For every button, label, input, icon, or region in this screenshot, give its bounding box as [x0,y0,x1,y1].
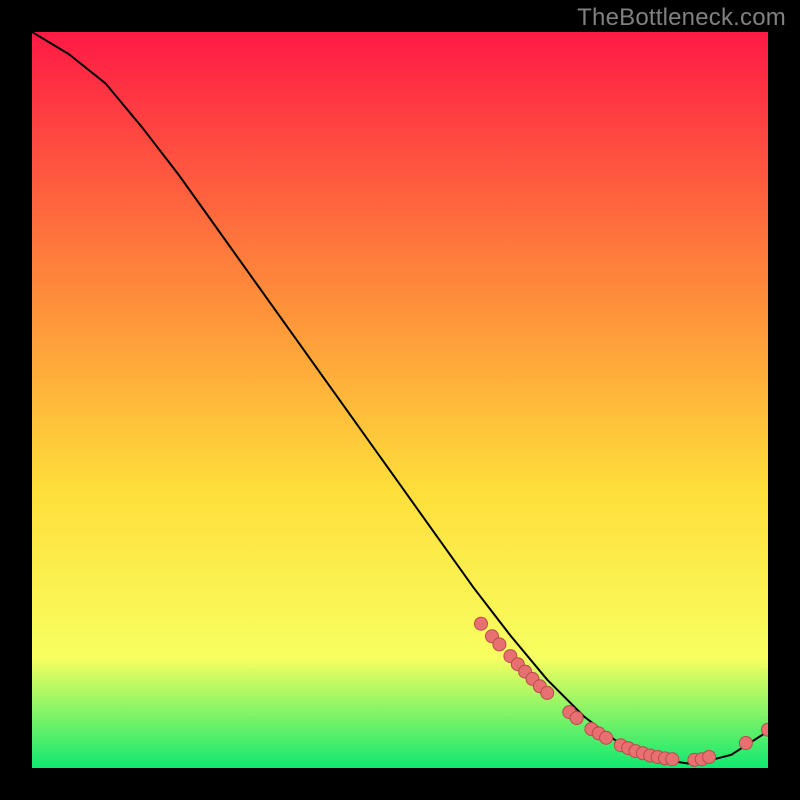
data-point [703,751,716,764]
data-point [493,638,506,651]
data-point [739,737,752,750]
chart-svg [32,32,768,768]
watermark-label: TheBottleneck.com [577,4,786,32]
plot-area [32,32,768,768]
data-point [475,617,488,630]
data-point [541,686,554,699]
data-point [666,753,679,766]
data-point [570,712,583,725]
gradient-background [32,32,768,768]
chart-frame: TheBottleneck.com [0,0,800,800]
data-point [600,731,613,744]
